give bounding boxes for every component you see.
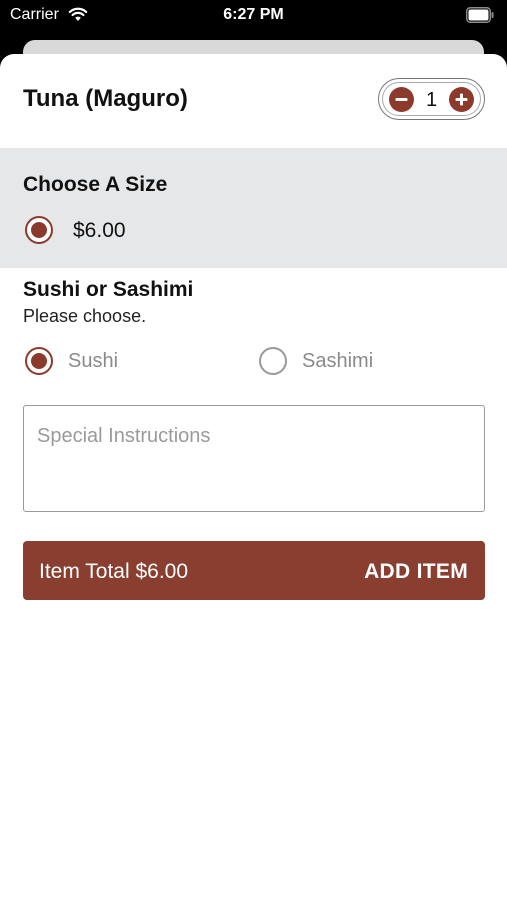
clock-label: 6:27 PM	[223, 6, 284, 23]
size-option-label[interactable]: $6.00	[73, 219, 126, 243]
sushi-radio-icon[interactable]	[25, 347, 53, 375]
quantity-stepper: 1	[378, 78, 485, 120]
status-bar: Carrier 6:27 PM	[0, 0, 507, 32]
style-subheading: Please choose.	[23, 306, 147, 326]
item-total-label: Item Total $6.00	[39, 560, 189, 583]
size-radio-icon[interactable]	[25, 216, 53, 244]
special-instructions-field[interactable]	[23, 405, 485, 512]
add-item-button[interactable]: Item Total $6.00 ADD ITEM	[23, 541, 485, 600]
size-heading: Choose A Size	[23, 173, 168, 196]
size-section: Choose A Size $6.00	[0, 148, 507, 268]
increase-quantity-button[interactable]	[449, 87, 474, 112]
sashimi-radio-icon[interactable]	[259, 347, 287, 375]
battery-icon	[466, 7, 494, 23]
sushi-option-label[interactable]: Sushi	[68, 350, 118, 373]
item-title: Tuna (Maguro)	[23, 85, 188, 112]
add-item-label: ADD ITEM	[364, 560, 468, 583]
style-heading: Sushi or Sashimi	[23, 278, 194, 301]
plus-icon	[455, 93, 468, 106]
item-sheet: Tuna (Maguro) 1 Choose A Size $6.00 Sush…	[0, 54, 507, 900]
sashimi-option-label[interactable]: Sashimi	[302, 350, 373, 373]
